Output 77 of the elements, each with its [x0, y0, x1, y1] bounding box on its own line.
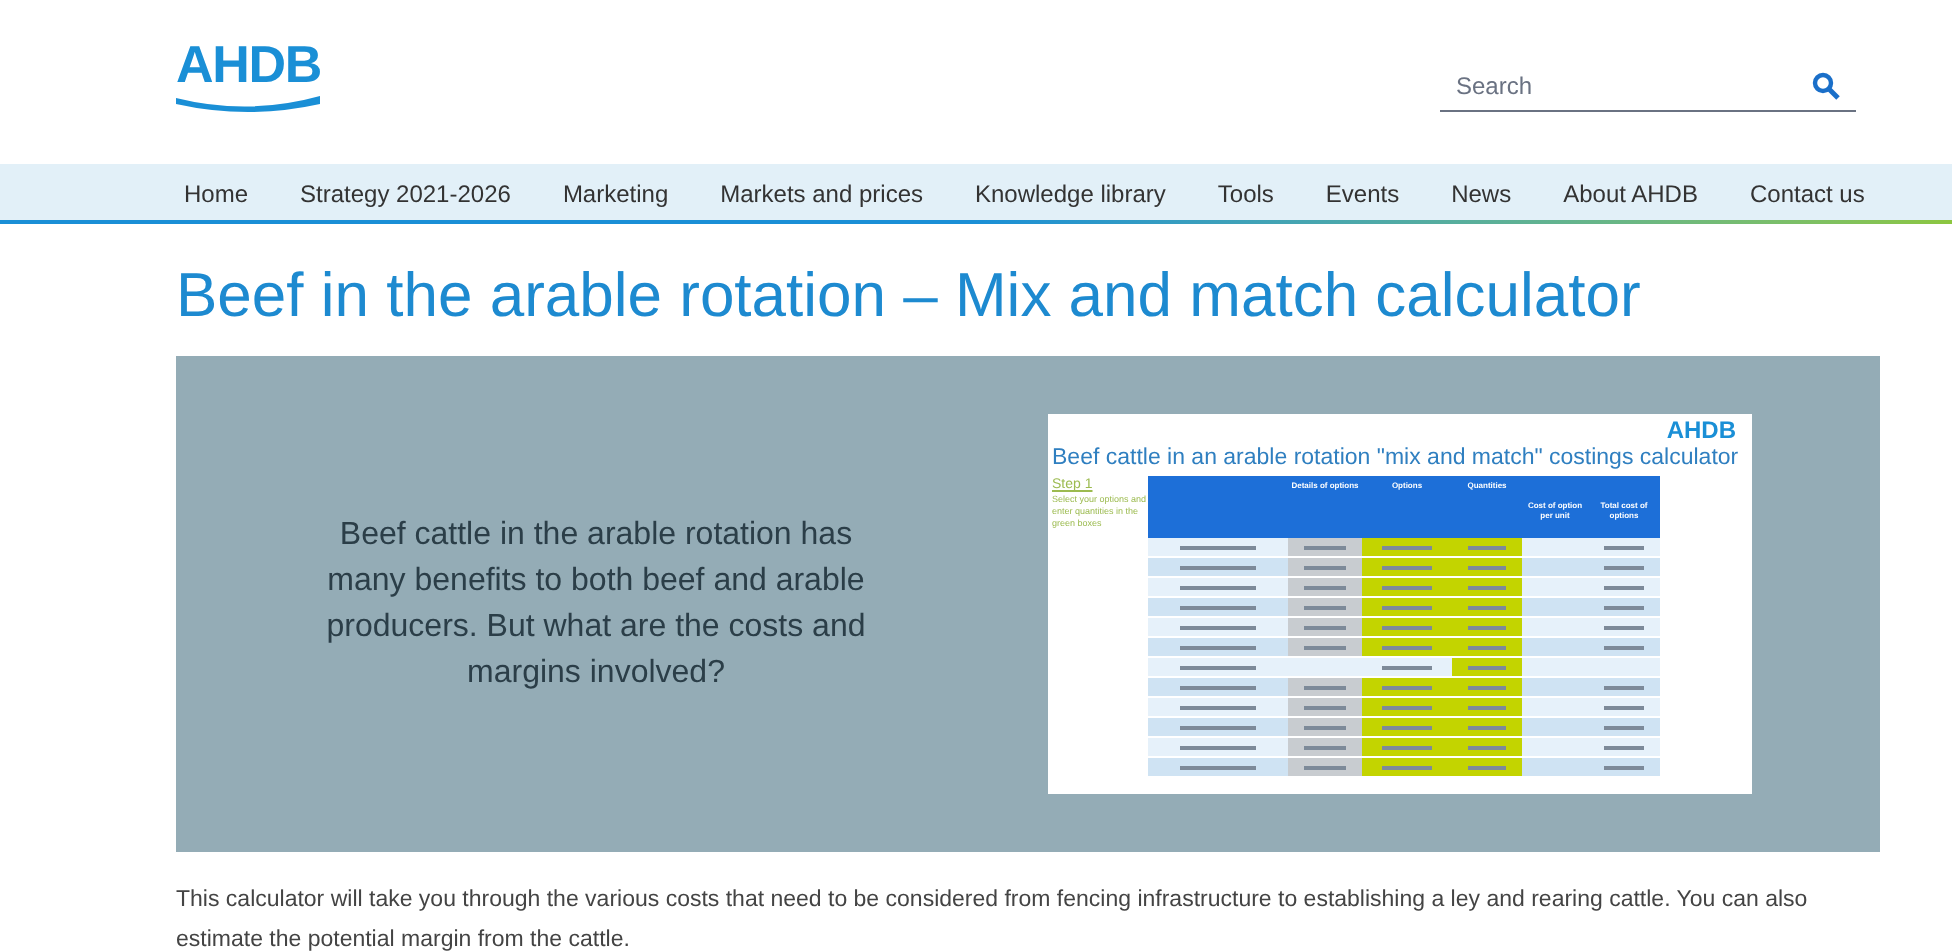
wave-icon [176, 92, 320, 112]
blurred-text-line [1467, 645, 1507, 649]
blurred-text-line [1382, 625, 1432, 629]
blurred-text-line [1179, 645, 1257, 649]
blurred-text-line [1304, 685, 1346, 689]
blurred-text-line [1382, 545, 1432, 549]
banner-text: Beef cattle in the arable rotation has many benefits to both beef and arable producers. But what are the costs and margins involved? [324, 516, 868, 694]
blurred-text-line [1304, 545, 1346, 549]
blurred-text-line [1382, 745, 1432, 749]
nav-link[interactable]: News [1451, 176, 1512, 212]
blurred-text-line [1467, 665, 1507, 669]
blurred-text-line [1467, 685, 1507, 689]
blurred-text-line [1304, 765, 1346, 769]
blurred-text-line [1604, 765, 1644, 769]
blurred-text-line [1179, 705, 1257, 709]
blurred-text-line [1467, 625, 1507, 629]
blurred-text-line [1604, 705, 1644, 709]
blurred-text-line [1604, 685, 1644, 689]
blurred-text-line [1304, 565, 1346, 569]
blurred-text-line [1382, 605, 1432, 609]
blurred-text-line [1382, 645, 1432, 649]
blurred-text-line [1467, 745, 1507, 749]
blurred-text-line [1467, 705, 1507, 709]
blurred-text-line [1304, 625, 1346, 629]
blurred-text-line [1304, 605, 1346, 609]
blurred-text-line [1304, 585, 1346, 589]
blurred-text-line [1382, 665, 1432, 669]
blurred-text-line [1604, 565, 1644, 569]
search-field[interactable]: Search [1440, 60, 1856, 112]
logo: AHDB [1666, 418, 1736, 444]
blurred-text-line [1467, 605, 1507, 609]
nav-link[interactable]: Strategy 2021-2026 [300, 176, 511, 212]
blurred-text-line [1179, 765, 1257, 769]
blurred-text-line [1467, 725, 1507, 729]
blurred-text-line [1467, 565, 1507, 569]
blurred-text-line [1382, 725, 1432, 729]
blurred-text-line [1304, 745, 1346, 749]
blurred-text-line [1304, 725, 1346, 729]
nav-link[interactable]: Events [1325, 176, 1400, 212]
intro-paragraph: This calculator will take you through the various costs that need to be considered from fencing infrastructure to establishing a ley and rearing cattle. You can also estimate the potential margin from the cattle. [176, 886, 1810, 952]
blurred-text-line [1382, 685, 1432, 689]
nav-link[interactable]: Contact us [1749, 176, 1865, 212]
blurred-text-line [1179, 565, 1257, 569]
blurred-text-line [1382, 585, 1432, 589]
blurred-text-line [1179, 745, 1257, 749]
blurred-text-line [1304, 705, 1346, 709]
blurred-text-line [1382, 705, 1432, 709]
blurred-text-line [1604, 585, 1644, 589]
nav-link[interactable]: Markets and prices [720, 176, 923, 212]
nav-link[interactable]: About AHDB [1563, 176, 1698, 212]
search-icon[interactable] [1812, 72, 1840, 100]
blurred-text-line [1604, 545, 1644, 549]
page-title: Beef in the arable rotation – Mix and match calculator [176, 258, 1643, 334]
nav-link[interactable]: Tools [1217, 176, 1274, 212]
blurred-text-line [1179, 585, 1257, 589]
blurred-text-line [1179, 625, 1257, 629]
blurred-text-line [1382, 565, 1432, 569]
blurred-text-line [1604, 605, 1644, 609]
blurred-text-line [1179, 685, 1257, 689]
blurred-text-line [1604, 645, 1644, 649]
blurred-text-line [1604, 625, 1644, 629]
blurred-text-line [1467, 765, 1507, 769]
blurred-text-line [1179, 725, 1257, 729]
blurred-text-line [1604, 745, 1644, 749]
blurred-text-line [1179, 605, 1257, 609]
blurred-text-line [1467, 585, 1507, 589]
blurred-text-line [1304, 645, 1346, 649]
blurred-text-line [1604, 725, 1644, 729]
calculator-title: Beef cattle in an arable rotation "mix and match" costings calculator [1052, 444, 1741, 472]
blurred-text-line [1179, 665, 1257, 669]
blurred-text-line [1467, 545, 1507, 549]
nav-link[interactable]: Home [184, 176, 249, 212]
logo[interactable]: AHDB [176, 36, 322, 92]
nav-link[interactable]: Marketing [562, 176, 669, 212]
nav-link[interactable]: Knowledge library [975, 176, 1166, 212]
blurred-text-line [1179, 545, 1257, 549]
blurred-text-line [1382, 765, 1432, 769]
